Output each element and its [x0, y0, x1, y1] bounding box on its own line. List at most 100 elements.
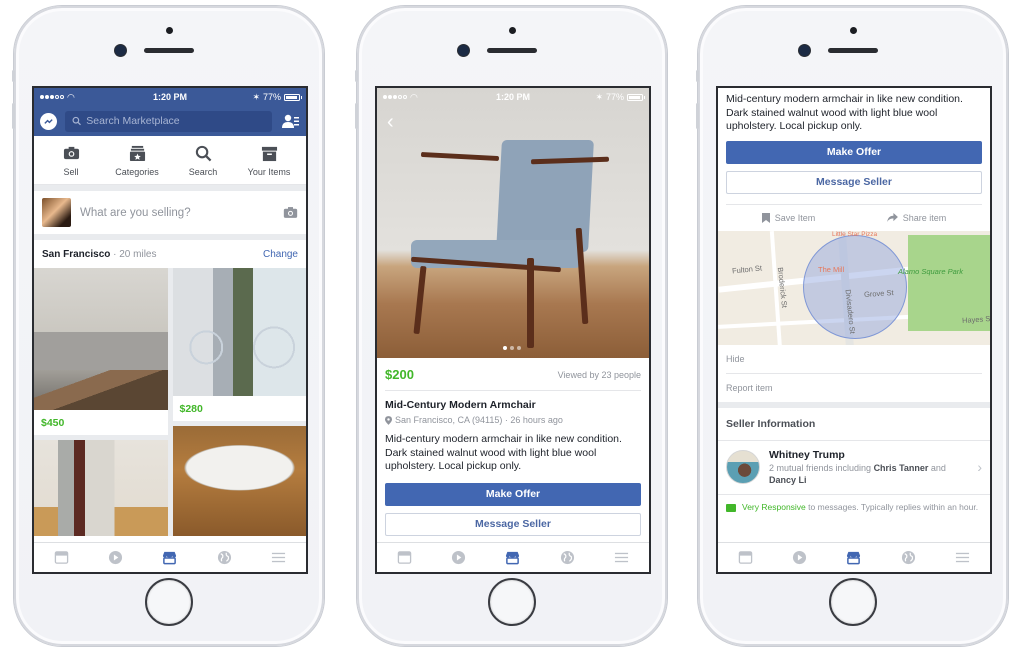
tab-video[interactable]: [788, 546, 812, 570]
pager-dot[interactable]: [503, 346, 507, 350]
sell-button[interactable]: Sell: [41, 145, 101, 177]
proximity-sensor: [850, 27, 857, 34]
bottom-tab-bar: [377, 542, 649, 572]
friend-requests-icon[interactable]: [280, 112, 300, 130]
home-button[interactable]: [488, 578, 536, 626]
tab-notifications-globe[interactable]: [212, 546, 236, 570]
bottom-tab-bar: [718, 542, 990, 572]
tab-menu[interactable]: [951, 546, 975, 570]
search-marketplace-field[interactable]: [65, 110, 272, 132]
news-feed-icon: [738, 551, 752, 564]
proximity-sensor: [166, 27, 173, 34]
your-items-button[interactable]: Your Items: [239, 145, 299, 177]
share-arrow-icon: [886, 213, 898, 222]
globe-icon: [901, 550, 915, 565]
globe-icon: [560, 550, 574, 565]
message-seller-button[interactable]: Message Seller: [726, 170, 982, 194]
make-offer-button[interactable]: Make Offer: [726, 140, 982, 164]
tab-menu[interactable]: [610, 546, 634, 570]
bluetooth-icon: ✶: [595, 91, 603, 102]
save-item-button[interactable]: Save Item: [761, 212, 815, 223]
location-city: San Francisco: [42, 249, 111, 260]
chevron-right-icon: ›: [977, 459, 982, 475]
screen-item-detail: ◠ 1:20 PM ✶ 77% ‹ $200 Viewed by 23 peop…: [375, 86, 651, 574]
camera-icon[interactable]: [283, 206, 298, 219]
hide-item-option[interactable]: Hide: [726, 345, 982, 374]
item-price: $200: [385, 367, 414, 382]
item-title: Mid-Century Modern Armchair: [385, 399, 536, 411]
item-photo-carousel[interactable]: ◠ 1:20 PM ✶ 77% ‹: [377, 88, 649, 358]
map-street-label: Fulton St: [731, 262, 763, 276]
marketplace-icon: [847, 551, 861, 565]
tab-notifications-globe[interactable]: [555, 546, 579, 570]
back-chevron-icon[interactable]: ‹: [387, 112, 394, 132]
front-camera: [115, 45, 126, 56]
search-icon: [195, 145, 211, 162]
tab-marketplace[interactable]: [501, 546, 525, 570]
tab-marketplace[interactable]: [158, 546, 182, 570]
tab-news-feed[interactable]: [392, 546, 416, 570]
location-map[interactable]: Fulton St Grove St Hayes St Divisadero S…: [718, 230, 990, 345]
mutual-friends-text: 2 mutual friends including: [769, 462, 874, 473]
bookmark-icon: [761, 212, 770, 223]
home-button[interactable]: [829, 578, 877, 626]
pager-dot[interactable]: [517, 346, 521, 350]
wifi-icon: ◠: [67, 91, 75, 102]
messenger-icon[interactable]: [40, 112, 57, 130]
make-offer-button[interactable]: Make Offer: [385, 482, 641, 506]
categories-icon: [129, 145, 145, 162]
menu-icon: [272, 552, 286, 563]
share-item-button[interactable]: Share item: [886, 213, 946, 223]
pager-dot[interactable]: [510, 346, 514, 350]
sell-composer[interactable]: What are you selling?: [34, 191, 306, 234]
news-feed-icon: [397, 551, 411, 564]
responsiveness-badge: Very Responsive: [742, 501, 806, 512]
your-items-label: Your Items: [247, 167, 291, 177]
listing-card[interactable]: [34, 440, 168, 536]
seller-profile-row[interactable]: Whitney Trump 2 mutual friends including…: [718, 441, 990, 495]
tab-menu[interactable]: [267, 546, 291, 570]
tab-video[interactable]: [447, 546, 471, 570]
tab-video[interactable]: [104, 546, 128, 570]
earpiece-speaker: [487, 48, 537, 53]
responsiveness-text: to messages. Typically replies within an…: [805, 501, 979, 512]
camera-icon: [63, 146, 79, 160]
search-marketplace-input[interactable]: [86, 115, 265, 127]
listing-price: $280: [179, 403, 203, 415]
search-button[interactable]: Search: [173, 145, 233, 177]
home-button[interactable]: [145, 578, 193, 626]
quick-actions-bar: Sell Categories Search Your Items: [34, 136, 306, 185]
location-distance: 20 miles: [119, 249, 157, 260]
categories-label: Categories: [115, 167, 159, 177]
mutual-friends-and: and: [928, 462, 946, 473]
change-location-link[interactable]: Change: [263, 249, 298, 260]
screen-marketplace-home: ◠ 1:20 PM ✶ 77% Sell: [32, 86, 308, 574]
location-pin-icon: [385, 415, 392, 425]
seller-avatar: [726, 450, 760, 484]
tab-news-feed[interactable]: [733, 546, 757, 570]
location-row: San Francisco · 20 miles Change: [34, 240, 306, 268]
message-seller-button[interactable]: Message Seller: [385, 512, 641, 536]
earpiece-speaker: [828, 48, 878, 53]
listing-card[interactable]: $280: [172, 268, 306, 421]
menu-icon: [956, 552, 970, 563]
tab-news-feed[interactable]: [49, 546, 73, 570]
listing-card[interactable]: [172, 426, 306, 536]
categories-button[interactable]: Categories: [107, 145, 167, 177]
item-description: Mid-century modern armchair in like new …: [726, 93, 963, 132]
composer-placeholder[interactable]: What are you selling?: [80, 207, 274, 219]
search-icon: [72, 116, 81, 126]
battery-percent: 77%: [605, 92, 624, 102]
listing-photo-tray-table: [172, 426, 306, 536]
listing-photo-bicycle: [172, 268, 306, 396]
map-street-label: Grove St: [863, 287, 894, 299]
listing-price: $450: [41, 417, 65, 429]
menu-icon: [615, 552, 629, 563]
report-item-option[interactable]: Report item: [726, 374, 982, 402]
tab-marketplace[interactable]: [842, 546, 866, 570]
search-label: Search: [188, 167, 218, 177]
responsiveness-info: Very Responsive to messages. Typically r…: [718, 495, 990, 521]
tab-notifications-globe[interactable]: [896, 546, 920, 570]
listing-card[interactable]: $450: [34, 268, 168, 435]
map-street-label: Hayes St: [961, 313, 990, 325]
